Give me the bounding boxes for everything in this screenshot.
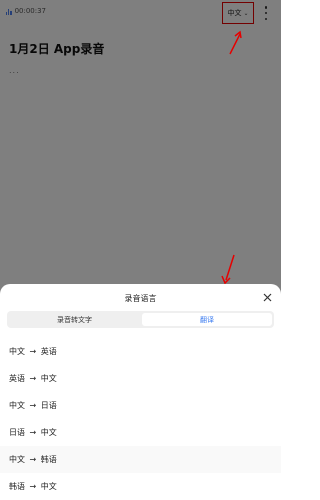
language-option[interactable]: 中文 → 英语 [0, 338, 281, 365]
sheet-title: 录音语言 [124, 294, 157, 303]
language-option[interactable]: 日语 → 中文 [0, 419, 281, 446]
mode-tabs: 录音转文字 翻译 [7, 311, 274, 328]
tab-translate[interactable]: 翻译 [142, 313, 272, 326]
annotation-arrow-icon [229, 30, 242, 55]
language-option[interactable]: 中文 → 韩语 [0, 446, 281, 473]
annotation-arrow-icon [221, 254, 235, 285]
language-option[interactable]: 中文 → 日语 [0, 392, 281, 419]
tab-transcribe[interactable]: 录音转文字 [9, 313, 140, 326]
language-option[interactable]: 英语 → 中文 [0, 365, 281, 392]
language-option[interactable]: 韩语 → 中文 [0, 473, 281, 500]
close-icon[interactable] [262, 292, 273, 303]
language-sheet: 录音语言 录音转文字 翻译 中文 → 英语 英语 → 中文 中文 → 日语 日语… [0, 284, 281, 500]
